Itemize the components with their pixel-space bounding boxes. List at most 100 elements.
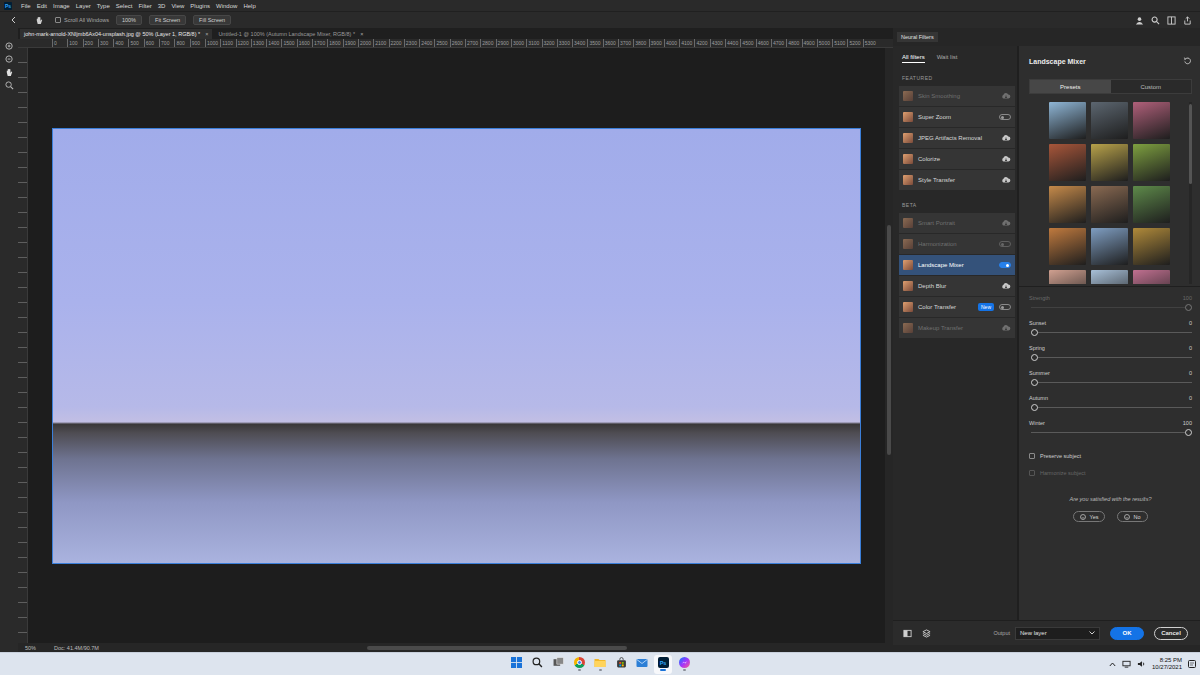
- menu-item[interactable]: Help: [243, 3, 255, 9]
- preset-thumbnail[interactable]: [1049, 102, 1086, 139]
- preset-thumbnail[interactable]: [1091, 228, 1128, 265]
- filter-item[interactable]: Depth Blur: [899, 276, 1015, 296]
- document-image[interactable]: [52, 128, 861, 564]
- taskbar-app[interactable]: [528, 655, 546, 674]
- zoom-button[interactable]: 100%: [116, 15, 142, 25]
- magnifier-icon[interactable]: [5, 81, 14, 90]
- preset-thumbnail[interactable]: [1091, 102, 1128, 139]
- slider[interactable]: Sunset 0: [1029, 320, 1192, 345]
- horizontal-scrollbar[interactable]: [117, 646, 893, 650]
- checkbox-box[interactable]: [1029, 453, 1035, 459]
- layers-icon[interactable]: [922, 629, 931, 638]
- back-arrow-icon[interactable]: [10, 16, 18, 24]
- menu-item[interactable]: File: [21, 3, 31, 9]
- taskbar-app[interactable]: [549, 655, 567, 674]
- feedback-button[interactable]: Yes: [1073, 511, 1105, 522]
- preset-thumbnail[interactable]: [1133, 228, 1170, 265]
- dialog-button[interactable]: OK: [1110, 627, 1144, 640]
- menu-item[interactable]: Layer: [76, 3, 91, 9]
- filter-toggle[interactable]: [999, 304, 1011, 310]
- menu-item[interactable]: Select: [116, 3, 133, 9]
- close-tab-button[interactable]: ×: [205, 31, 208, 37]
- filter-item[interactable]: Makeup Transfer: [899, 318, 1015, 338]
- workspace-icon[interactable]: [1167, 16, 1176, 25]
- taskbar-app[interactable]: [507, 655, 525, 674]
- preset-thumbnail[interactable]: [1049, 270, 1086, 284]
- zoom-button[interactable]: Fit Screen: [149, 15, 186, 25]
- chevron-up-icon[interactable]: [1109, 662, 1116, 667]
- taskbar-app[interactable]: [633, 655, 651, 674]
- vertical-scrollbar[interactable]: [885, 48, 893, 643]
- filter-item[interactable]: Style Transfer: [899, 170, 1015, 190]
- scroll-all-windows-checkbox[interactable]: Scroll All Windows: [55, 17, 109, 23]
- preset-scrollbar[interactable]: [1189, 102, 1192, 284]
- slider-knob[interactable]: [1185, 304, 1192, 311]
- hand-tool-icon[interactable]: [35, 16, 44, 25]
- filter-item[interactable]: JPEG Artifacts Removal: [899, 128, 1015, 148]
- menu-item[interactable]: 3D: [158, 3, 166, 9]
- preset-thumbnail[interactable]: [1133, 102, 1170, 139]
- zoom-out-icon[interactable]: [5, 55, 14, 64]
- preset-thumbnail[interactable]: [1091, 186, 1128, 223]
- slider-knob[interactable]: [1031, 379, 1038, 386]
- preset-thumbnail[interactable]: [1133, 270, 1170, 284]
- preset-thumbnail[interactable]: [1049, 144, 1086, 181]
- filter-item[interactable]: Smart Portrait: [899, 213, 1015, 233]
- clock[interactable]: 8:25 PM 10/27/2021: [1152, 657, 1182, 672]
- filter-item[interactable]: Harmonization: [899, 234, 1015, 254]
- menu-item[interactable]: Window: [216, 3, 237, 9]
- dialog-button[interactable]: Cancel: [1154, 627, 1188, 640]
- taskbar-app[interactable]: [591, 655, 609, 674]
- cloud-download-icon[interactable]: [1001, 176, 1011, 184]
- document-tab[interactable]: Untitled-1 @ 100% (Autumn Landscape Mixe…: [214, 29, 367, 39]
- menu-item[interactable]: Type: [97, 3, 110, 9]
- cloud-download-icon[interactable]: [1001, 219, 1011, 227]
- notification-icon[interactable]: [1188, 660, 1196, 668]
- output-dropdown[interactable]: New layer: [1015, 627, 1100, 640]
- preset-tab[interactable]: Custom: [1111, 80, 1192, 93]
- cloud-download-icon[interactable]: [1001, 92, 1011, 100]
- filter-item[interactable]: Color Transfer New: [899, 297, 1015, 317]
- slider-knob[interactable]: [1185, 429, 1192, 436]
- filter-item[interactable]: Skin Smoothing: [899, 86, 1015, 106]
- slider[interactable]: Strength 100: [1029, 295, 1192, 320]
- filter-item[interactable]: Landscape Mixer: [899, 255, 1015, 275]
- menu-item[interactable]: Image: [53, 3, 70, 9]
- taskbar-app[interactable]: [612, 655, 630, 674]
- checkbox-box[interactable]: [1029, 470, 1035, 476]
- checkbox[interactable]: Harmonize subject: [1029, 470, 1192, 476]
- zoom-level[interactable]: 50%: [25, 645, 36, 651]
- panel-tab[interactable]: Neural Filters: [897, 32, 938, 42]
- slider-knob[interactable]: [1031, 354, 1038, 361]
- preset-thumbnail[interactable]: [1091, 270, 1128, 284]
- zoom-in-icon[interactable]: [5, 42, 14, 51]
- slider[interactable]: Spring 0: [1029, 345, 1192, 370]
- filter-toggle[interactable]: [999, 241, 1011, 247]
- checkbox[interactable]: Preserve subject: [1029, 453, 1192, 459]
- preset-tab[interactable]: Presets: [1030, 80, 1111, 93]
- menu-item[interactable]: Plugins: [190, 3, 210, 9]
- preset-thumbnail[interactable]: [1133, 144, 1170, 181]
- slider[interactable]: Winter 100: [1029, 420, 1192, 445]
- user-icon[interactable]: [1135, 16, 1144, 25]
- cloud-download-icon[interactable]: [1001, 324, 1011, 332]
- filter-item[interactable]: Super Zoom: [899, 107, 1015, 127]
- slider-knob[interactable]: [1031, 329, 1038, 336]
- preset-thumbnail[interactable]: [1049, 186, 1086, 223]
- reset-icon[interactable]: [1183, 57, 1192, 65]
- filter-list-tab[interactable]: Wait list: [937, 54, 958, 63]
- search-icon[interactable]: [1151, 16, 1160, 25]
- taskbar-app[interactable]: [570, 655, 588, 674]
- checkbox-box[interactable]: [55, 17, 61, 23]
- share-icon[interactable]: [1183, 16, 1192, 25]
- cloud-download-icon[interactable]: [1001, 155, 1011, 163]
- menu-item[interactable]: Edit: [37, 3, 47, 9]
- hand-icon[interactable]: [5, 68, 14, 77]
- slider[interactable]: Summer 0: [1029, 370, 1192, 395]
- preset-thumbnail[interactable]: [1091, 144, 1128, 181]
- close-tab-button[interactable]: ×: [360, 31, 363, 37]
- cloud-download-icon[interactable]: [1001, 282, 1011, 290]
- filter-item[interactable]: Colorize: [899, 149, 1015, 169]
- slider[interactable]: Autumn 0: [1029, 395, 1192, 420]
- volume-icon[interactable]: [1137, 660, 1146, 668]
